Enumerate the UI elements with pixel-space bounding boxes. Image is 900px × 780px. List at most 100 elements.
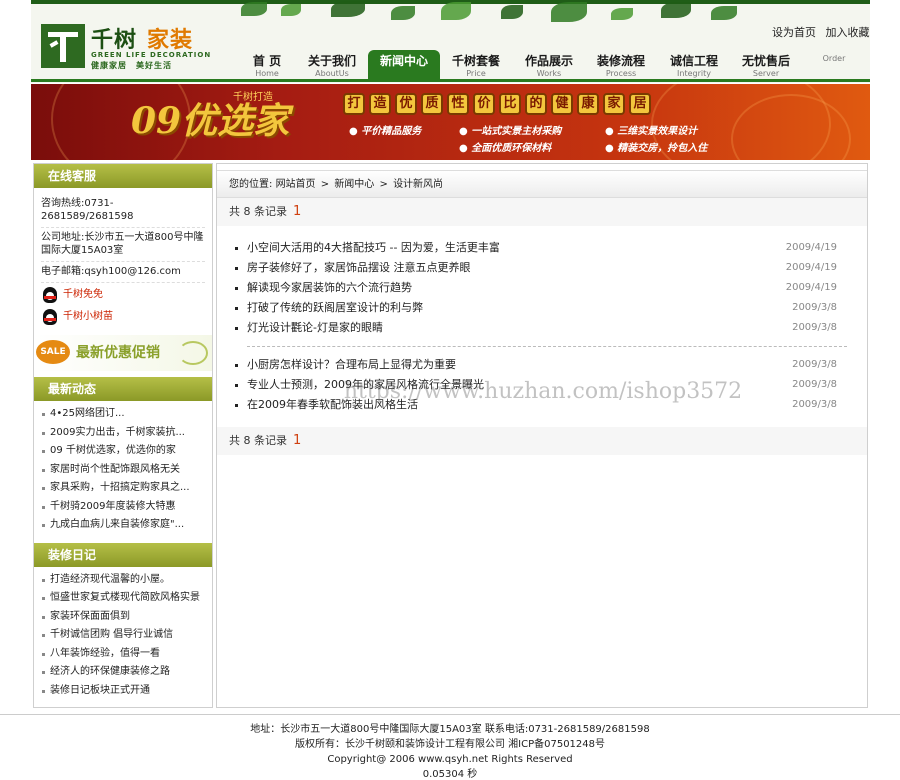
bullet-icon [235,307,238,310]
curl-decoration [178,341,208,365]
qq-penguin-icon [43,287,57,303]
leaf-decoration [711,6,737,20]
bullet-icon [42,468,45,472]
article-row[interactable]: 小厨房怎样设计？合理布局上显得尤为重要 2009/3/8 [233,355,847,375]
article-row[interactable]: 在2009年春季软配饰装出风格生活 2009/3/8 [233,395,847,415]
logo-english: GREEN LIFE DECORATION [91,51,212,59]
list-item[interactable]: 2009实力出击，千树家装抗... [34,424,212,443]
banner-feature: ● 一站式实景主材采购 [459,126,562,137]
banner-feature: ● 精装交房，拎包入住 [605,143,708,154]
leaf-decoration [501,5,523,19]
footer-rights: Copyright@ 2006 www.qsyh.net Rights Rese… [327,754,573,765]
bullet-icon [42,450,45,453]
list-item[interactable]: 千树骑2009年度装修大特惠 [34,498,212,517]
kefu-panel: 咨询热线:0731-2681589/2681598 公司地址:长沙市五一大道80… [34,188,212,327]
qq-contact-2[interactable]: 千树小树苗 [41,307,205,327]
top-links: 设为首页 加入收藏 [766,24,870,40]
banner-feature: ● 三维实景效果设计 [605,126,698,137]
nav-news[interactable]: 新闻中心 [368,50,440,81]
breadcrumb-home[interactable]: 网站首页 [276,179,316,190]
breadcrumb-news[interactable]: 新闻中心 [334,179,374,190]
bullet-icon [235,327,238,330]
nav-home[interactable]: 首 页 Home [231,54,303,81]
site-footer: 地址：长沙市五一大道800号中隆国际大厦15A03室 联系电话:0731-268… [0,714,900,780]
page-number[interactable]: 1 [293,204,301,219]
bullet-icon [235,364,238,367]
address-text: 公司地址:长沙市五一大道800号中隆国际大厦15A03室 [41,228,205,262]
bullet-icon [42,671,45,674]
leaf-decoration [611,8,633,20]
footer-copyright: 版权所有：长沙千树颐和装饰设计工程有限公司 湘ICP备07501248号 [294,739,606,750]
leaf-decoration [391,6,415,20]
add-favorite-link[interactable]: 加入收藏 [826,26,870,39]
article-row[interactable]: 打破了传统的跃阁居室设计的利与弊 2009/3/8 [233,298,847,318]
banner-slogan: 打造优质性价比的健康家居 [343,93,655,115]
list-item[interactable]: 恒盛世家复式楼现代简欧风格实景 [34,589,212,608]
news-title: 最新动态 [34,377,212,401]
bullet-icon [235,247,238,250]
bullet-icon [235,267,238,270]
logo-tree-icon [41,24,85,68]
banner-feature: ● 平价精品服务 [349,126,422,137]
leaf-decoration [281,4,301,16]
promo-banner: 千树打造 09优选家 打造优质性价比的健康家居 ● 平价精品服务 ● 一站式实景… [31,84,870,160]
kefu-title: 在线客服 [34,164,212,188]
nav-works[interactable]: 作品展示 Works [513,54,585,81]
bullet-icon [42,524,45,527]
nav-service[interactable]: 无忧售后 Server [730,54,802,81]
hotline-text: 咨询热线:0731-2681589/2681598 [41,194,205,228]
banner-headline: 09优选家 [131,100,290,142]
breadcrumb-current: 设计新风尚 [393,179,444,190]
news-list: 4•25网络团订... 2009实力出击，千树家装抗... 09 千树优选家，优… [34,401,212,539]
article-row[interactable]: 房子装修好了，家居饰品摆设 注意五点更养眼 2009/4/19 [233,258,847,278]
list-item[interactable]: 千树诚信团购 倡导行业诚信 [34,626,212,645]
list-item[interactable]: 九成白血病儿来自装修家庭"... [34,516,212,535]
set-homepage-link[interactable]: 设为首页 [772,26,816,39]
diary-list: 打造经济现代温馨的小屋。 恒盛世家复式楼现代简欧风格实景 家装环保面面俱到 千树… [34,567,212,705]
nav-about[interactable]: 关于我们 AboutUs [296,54,368,81]
site-header: 千树 家装 GREEN LIFE DECORATION 健康家居 美好生活 设为… [31,0,870,83]
nav-packages[interactable]: 千树套餐 Price [440,54,512,81]
bullet-icon [235,404,238,407]
leaf-decoration [661,2,691,18]
footer-timing: 0.05304 秒 [422,769,478,780]
nav-process[interactable]: 装修流程 Process [585,54,657,81]
breadcrumb: 您的位置: 网站首页 > 新闻中心 > 设计新风尚 [217,170,867,198]
list-item[interactable]: 家装环保面面俱到 [34,608,212,627]
bullet-icon [42,597,45,600]
record-count-bottom: 共 8 条记录 1 [217,427,867,455]
nav-order[interactable]: Order [798,54,870,81]
bullet-icon [42,578,45,582]
bullet-icon [42,431,45,435]
list-item[interactable]: 4•25网络团订... [34,405,212,424]
list-item[interactable]: 09 千树优选家，优选你的家 [34,442,212,461]
article-row[interactable]: 灯光设计氍论-灯是家的眼睛 2009/3/8 [233,318,847,338]
main-content: 您的位置: 网站首页 > 新闻中心 > 设计新风尚 共 8 条记录 1 小空间大活… [216,163,868,708]
email-text: 电子邮箱:qsyh100@126.com [41,262,205,283]
list-item[interactable]: 装修日记板块正式开通 [34,682,212,701]
bullet-icon [42,505,45,509]
promo-text: 最新优惠促销 [76,345,160,361]
bullet-icon [235,287,238,290]
article-row[interactable]: 解读现今家居装饰的六个流行趋势 2009/4/19 [233,278,847,298]
leaf-decoration [551,2,587,22]
promo-link[interactable]: SALE 最新优惠促销 [34,335,212,371]
list-item[interactable]: 家具采购，十招搞定购家具之... [34,479,212,498]
leaf-decoration [441,2,471,20]
bullet-icon [42,413,45,416]
list-divider [247,346,847,347]
site-logo[interactable]: 千树 家装 GREEN LIFE DECORATION 健康家居 美好生活 [41,22,211,72]
nav-integrity[interactable]: 诚信工程 Integrity [658,54,730,81]
bullet-icon [42,634,45,637]
logo-slogan: 健康家居 美好生活 [91,61,172,70]
article-row[interactable]: 专业人士预测，2009年的家居风格流行全景曝光 2009/3/8 [233,375,847,395]
qq-contact-1[interactable]: 千树免免 [41,285,205,305]
record-count-top: 共 8 条记录 1 [217,198,867,226]
article-row[interactable]: 小空间大活用的4大搭配技巧 -- 因为爱，生活更丰富 2009/4/19 [233,238,847,258]
page-number[interactable]: 1 [293,433,301,448]
leaf-decoration [331,1,365,17]
list-item[interactable]: 打造经济现代温馨的小屋。 [34,571,212,590]
list-item[interactable]: 经济人的环保健康装修之路 [34,663,212,682]
list-item[interactable]: 八年装饰经验，值得一看 [34,645,212,664]
list-item[interactable]: 家居时尚个性配饰跟风格无关 [34,461,212,480]
